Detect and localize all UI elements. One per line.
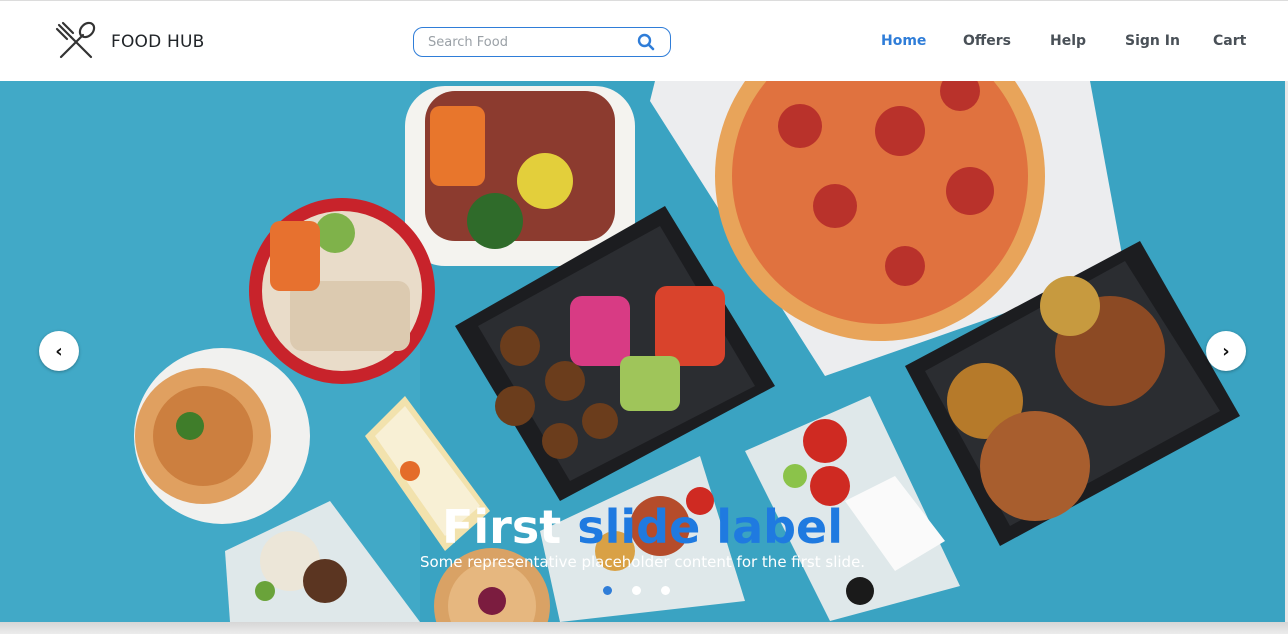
slide-title: First slide label xyxy=(0,501,1285,553)
brand-name: FOOD HUB xyxy=(111,32,205,52)
fork-spoon-icon xyxy=(55,21,96,59)
carousel-indicator-2[interactable] xyxy=(632,586,641,595)
carousel-next-button[interactable]: › xyxy=(1206,331,1246,371)
nav-offers[interactable]: Offers xyxy=(963,33,1011,49)
nav-cart[interactable]: Cart xyxy=(1213,33,1246,49)
hero-carousel: ‹ › First slide label Some representativ… xyxy=(0,81,1285,622)
page-bottom-strip xyxy=(0,622,1288,634)
nav-home[interactable]: Home xyxy=(881,33,926,49)
search-icon[interactable] xyxy=(637,33,655,51)
nav-sign-in[interactable]: Sign In xyxy=(1125,33,1180,49)
carousel-prev-button[interactable]: ‹ xyxy=(39,331,79,371)
carousel-indicator-1[interactable] xyxy=(603,586,612,595)
search-input[interactable] xyxy=(428,33,628,51)
carousel-indicator-3[interactable] xyxy=(661,586,670,595)
brand-link[interactable]: FOOD HUB xyxy=(53,19,205,65)
search-box xyxy=(413,27,671,57)
navbar: FOOD HUB Home Offers Help Sign In Cart xyxy=(0,0,1288,81)
slide-caption: Some representative placeholder content … xyxy=(419,553,866,571)
slide-title-first: First xyxy=(441,500,578,554)
slide-title-accent: slide label xyxy=(577,500,844,554)
nav-help[interactable]: Help xyxy=(1050,33,1086,49)
